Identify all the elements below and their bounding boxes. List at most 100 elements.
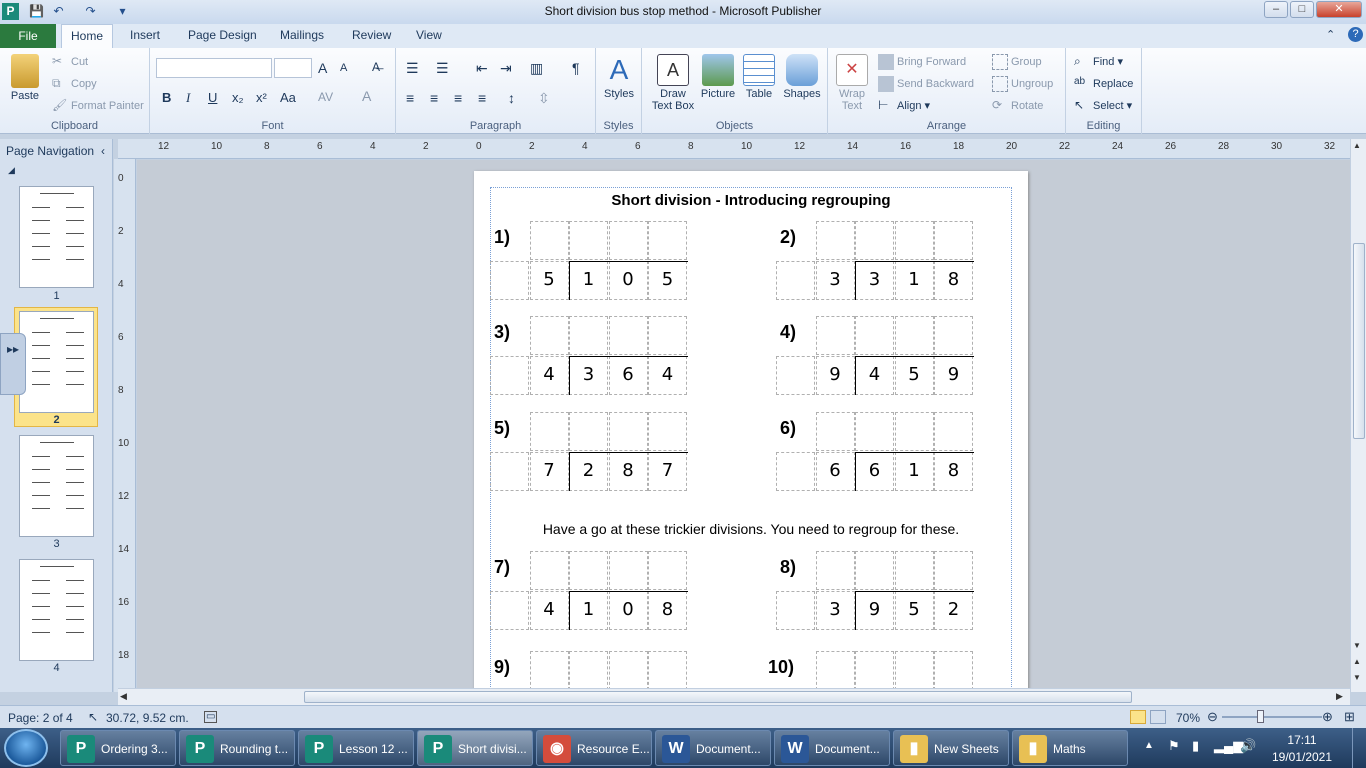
rotate-button[interactable]: ⟳ Rotate: [992, 98, 1043, 114]
grid-cell[interactable]: [648, 221, 687, 260]
font-name-field[interactable]: [156, 58, 272, 78]
line-spacing-icon[interactable]: ↕: [508, 90, 515, 106]
clear-format-icon[interactable]: A̶: [372, 60, 380, 74]
find-button[interactable]: ⌕ Find ▾: [1074, 54, 1123, 70]
grid-cell[interactable]: [815, 316, 855, 355]
bold-button[interactable]: B: [162, 90, 171, 105]
grid-cell[interactable]: [529, 221, 569, 260]
increase-indent-icon[interactable]: ⇥: [500, 60, 512, 77]
grid-cell[interactable]: [529, 651, 569, 690]
page-thumbnail-1[interactable]: [19, 186, 94, 288]
subscript-button[interactable]: x₂: [232, 90, 244, 105]
action-center-icon[interactable]: ⚑: [1168, 738, 1180, 754]
collapse-pane-icon[interactable]: ‹: [101, 139, 105, 163]
grid-cell[interactable]: [608, 316, 648, 355]
cut-button[interactable]: ✂ Cut: [52, 54, 88, 70]
tab-insert[interactable]: Insert: [130, 28, 160, 42]
horizontal-ruler[interactable]: 12 10 8 6 4 2 0 2 4 6 8 10 12 14 16 18 20 22 24 26 28 30 32: [118, 139, 1350, 159]
underline-button[interactable]: U: [208, 90, 217, 105]
grid-cell[interactable]: [569, 316, 608, 355]
grid-cell[interactable]: [934, 221, 973, 260]
taskbar-item[interactable]: P Ordering 3...: [60, 730, 176, 766]
document-title[interactable]: Short division - Introducing regrouping: [474, 192, 1028, 209]
grid-cell[interactable]: [490, 355, 529, 395]
grid-cell[interactable]: [608, 551, 648, 590]
grid-cell[interactable]: [894, 316, 934, 355]
grid-cell[interactable]: [490, 260, 529, 300]
grid-cell[interactable]: [648, 551, 687, 590]
tab-view[interactable]: View: [416, 28, 442, 42]
grid-cell[interactable]: [529, 316, 569, 355]
grid-cell[interactable]: [776, 590, 815, 630]
volume-icon[interactable]: 🔊: [1240, 738, 1256, 754]
copy-button[interactable]: ⧉ Copy: [52, 76, 97, 92]
grid-cell[interactable]: [569, 221, 608, 260]
grid-cell[interactable]: [894, 651, 934, 690]
numbering-icon[interactable]: ☰: [436, 60, 449, 77]
taskbar-item[interactable]: ▮ Maths: [1012, 730, 1128, 766]
next-page-icon[interactable]: ▼: [1353, 673, 1361, 682]
scroll-up-icon[interactable]: ▲: [1353, 141, 1361, 150]
tab-page-design[interactable]: Page Design: [188, 28, 257, 42]
page-indicator[interactable]: Page: 2 of 4: [8, 711, 73, 725]
paragraph-spacing-icon[interactable]: ⇳: [538, 90, 550, 107]
help-icon[interactable]: ?: [1348, 27, 1363, 42]
align-center-icon[interactable]: ≡: [430, 90, 438, 106]
picture-button[interactable]: Picture: [700, 54, 736, 100]
grid-cell[interactable]: [648, 316, 687, 355]
horizontal-scrollbar[interactable]: ◀ ▶: [118, 688, 1350, 705]
send-backward-button[interactable]: Send Backward: [878, 76, 974, 92]
minimize-ribbon-icon[interactable]: ⌃: [1326, 28, 1335, 41]
scroll-left-icon[interactable]: ◀: [120, 691, 127, 702]
page-thumbnail-2[interactable]: [19, 311, 94, 413]
show-desktop-button[interactable]: [1352, 728, 1366, 768]
grid-cell[interactable]: [569, 651, 608, 690]
character-spacing-button[interactable]: AV: [318, 90, 333, 104]
taskbar-item[interactable]: P Rounding t...: [179, 730, 295, 766]
fit-page-icon[interactable]: ⊞: [1344, 709, 1355, 725]
workspace[interactable]: Short division - Introducing regrouping …: [137, 160, 1350, 730]
grow-font-button[interactable]: A: [318, 60, 327, 76]
group-button[interactable]: Group: [992, 54, 1042, 70]
vertical-scrollbar[interactable]: ▲ ▼ ▲ ▼: [1350, 139, 1366, 692]
expand-pane-handle[interactable]: ▸▸: [0, 333, 26, 395]
grid-cell[interactable]: [490, 590, 529, 630]
scroll-right-icon[interactable]: ▶: [1336, 691, 1343, 702]
grid-cell[interactable]: [934, 412, 973, 451]
taskbar-item[interactable]: W Document...: [655, 730, 771, 766]
decrease-indent-icon[interactable]: ⇤: [476, 60, 488, 77]
grid-cell[interactable]: [894, 221, 934, 260]
select-button[interactable]: ↖ Select ▾: [1074, 98, 1132, 114]
format-painter-button[interactable]: 🖌 Format Painter: [52, 98, 144, 114]
clock-time[interactable]: 17:11: [1270, 733, 1334, 747]
page-thumbnail-4[interactable]: [19, 559, 94, 661]
minimize-button[interactable]: –: [1264, 1, 1288, 18]
grid-cell[interactable]: [815, 651, 855, 690]
align-right-icon[interactable]: ≡: [454, 90, 462, 106]
grid-cell[interactable]: [894, 551, 934, 590]
network-icon[interactable]: ▂▄▆: [1214, 738, 1243, 754]
superscript-button[interactable]: x²: [256, 90, 267, 105]
two-page-view-icon[interactable]: [1150, 710, 1166, 724]
grid-cell[interactable]: [934, 551, 973, 590]
replace-button[interactable]: ab Replace: [1074, 76, 1133, 92]
bullets-icon[interactable]: ☰: [406, 60, 419, 77]
taskbar-item[interactable]: ◉ Resource E...: [536, 730, 652, 766]
grid-cell[interactable]: [815, 551, 855, 590]
scroll-down-icon[interactable]: ▼: [1353, 641, 1361, 650]
columns-icon[interactable]: ▥: [530, 60, 543, 77]
grid-cell[interactable]: [776, 451, 815, 491]
font-color-button[interactable]: A: [362, 88, 371, 104]
maximize-button[interactable]: □: [1290, 1, 1314, 18]
change-case-button[interactable]: Aa: [280, 90, 296, 105]
single-page-view-icon[interactable]: [1130, 710, 1146, 724]
section-expand-icon[interactable]: ◢: [8, 165, 15, 176]
wrap-text-button[interactable]: ✕ Wrap Text: [834, 54, 870, 112]
taskbar-item[interactable]: P Short divisi...: [417, 730, 533, 766]
paste-button[interactable]: Paste: [6, 54, 44, 102]
ungroup-button[interactable]: Ungroup: [992, 76, 1053, 92]
grid-cell[interactable]: [855, 412, 894, 451]
zoom-in-icon[interactable]: ⊕: [1322, 709, 1333, 725]
tab-mailings[interactable]: Mailings: [280, 28, 324, 42]
grid-cell[interactable]: [490, 451, 529, 491]
